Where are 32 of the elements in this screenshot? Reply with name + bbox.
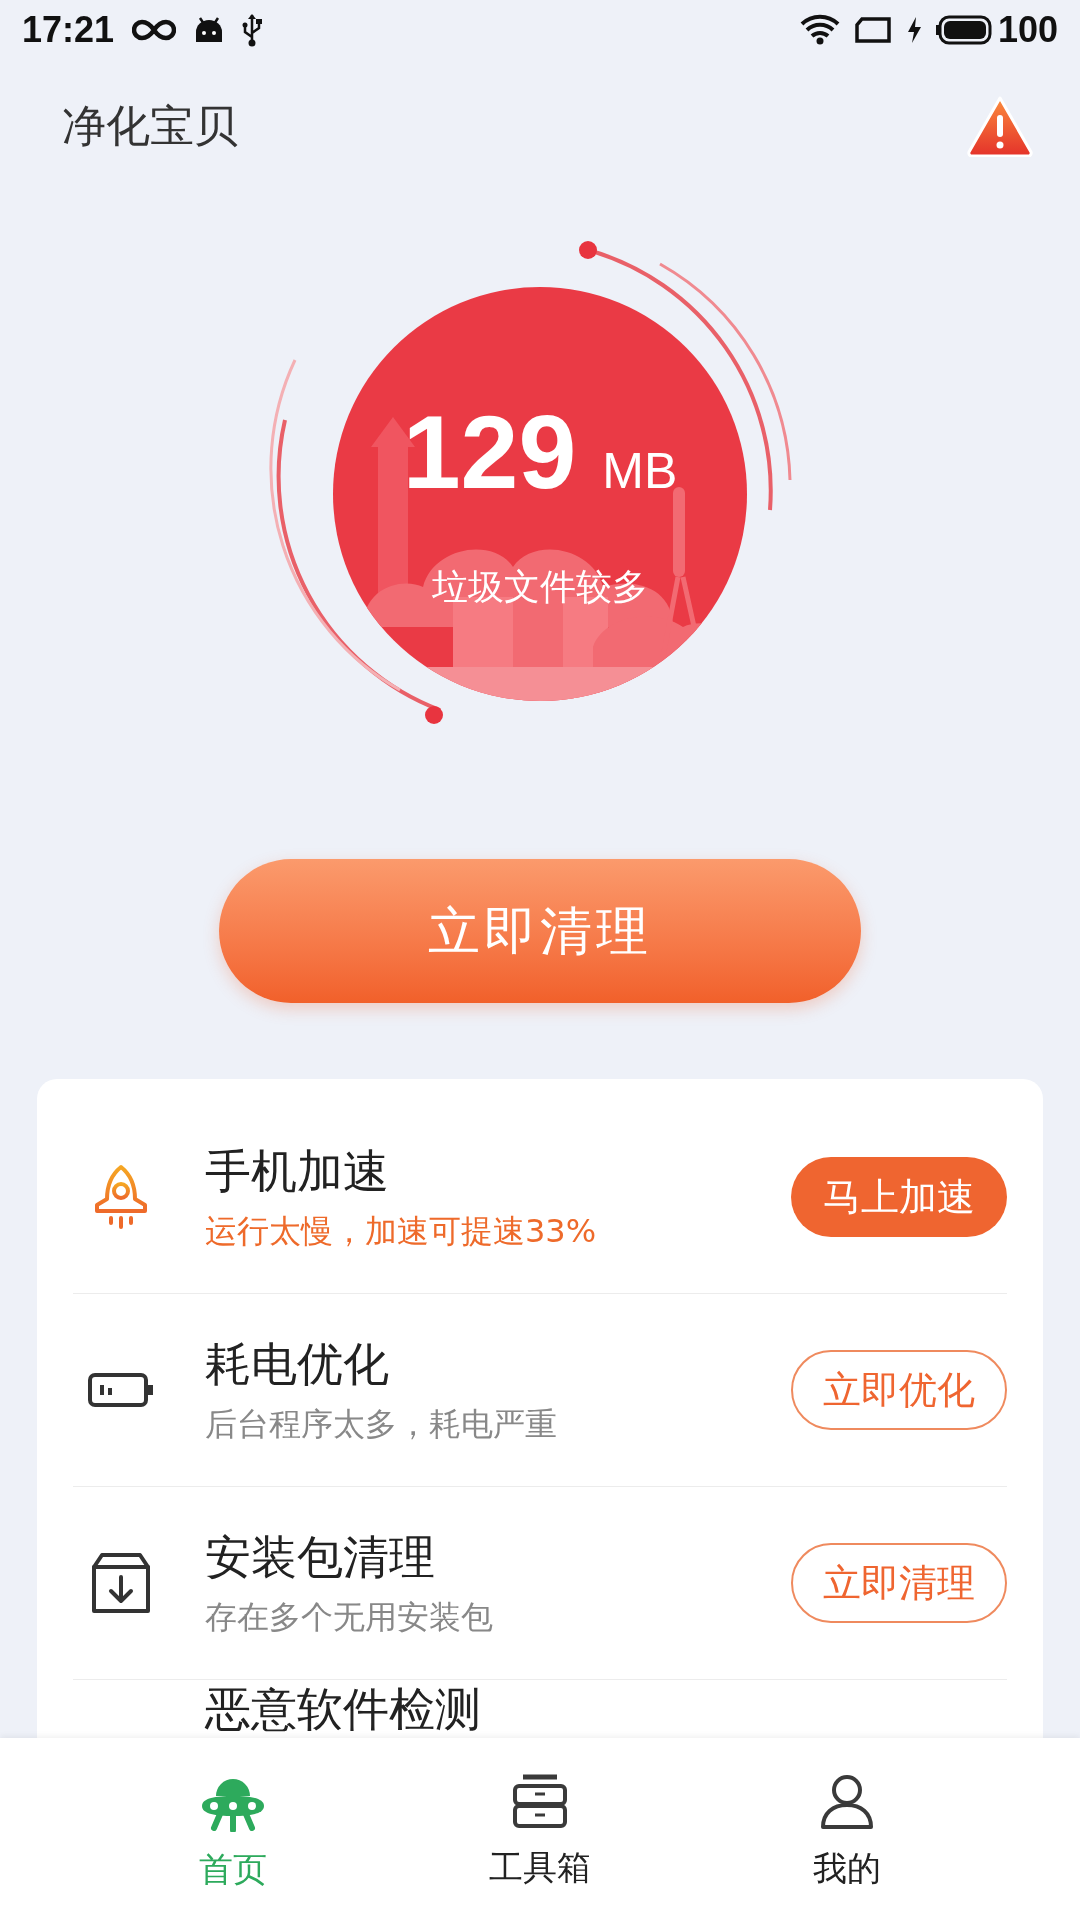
- action-button[interactable]: 立即优化: [791, 1350, 1007, 1430]
- junk-size-unit: MB: [602, 446, 678, 496]
- usb-icon: [242, 13, 263, 47]
- feature-subtitle: 存在多个无用安装包: [205, 1596, 494, 1637]
- feature-title: 安装包清理: [205, 1529, 436, 1587]
- junk-size-value: 129: [402, 400, 577, 504]
- download-box-icon: [90, 1551, 152, 1615]
- feature-subtitle: 运行太慢，加速可提速33%: [205, 1210, 598, 1251]
- feature-title: 恶意软件检测: [205, 1686, 481, 1732]
- action-button[interactable]: 马上加速: [791, 1157, 1007, 1237]
- drawer-cabinet-icon: [511, 1774, 569, 1830]
- clean-now-button[interactable]: 立即清理: [219, 859, 861, 1003]
- nav-tab[interactable]: 我的: [756, 1773, 937, 1885]
- junk-status-text: 垃圾文件较多: [432, 565, 648, 609]
- feature-title: 手机加速: [205, 1143, 390, 1201]
- battery-icon: [935, 14, 994, 46]
- status-time: 17:21: [22, 8, 115, 52]
- feature-subtitle: 后台程序太多，耗电严重: [205, 1403, 558, 1444]
- sim-card-icon: [853, 16, 892, 44]
- person-icon: [818, 1773, 875, 1831]
- android-icon: [194, 16, 225, 44]
- wifi-icon: [799, 14, 840, 46]
- action-button[interactable]: 立即清理: [791, 1543, 1007, 1623]
- battery-level: 100: [997, 8, 1058, 52]
- charging-icon: [905, 16, 922, 44]
- feature-title: 耗电优化: [205, 1336, 390, 1394]
- nav-tab[interactable]: 首页: [143, 1772, 324, 1886]
- app-title: 净化宝贝: [62, 99, 238, 153]
- battery-icon: [88, 1372, 154, 1408]
- nav-tab[interactable]: 工具箱: [450, 1774, 630, 1884]
- warning-icon[interactable]: [966, 95, 1034, 157]
- infinity-icon: [132, 18, 177, 42]
